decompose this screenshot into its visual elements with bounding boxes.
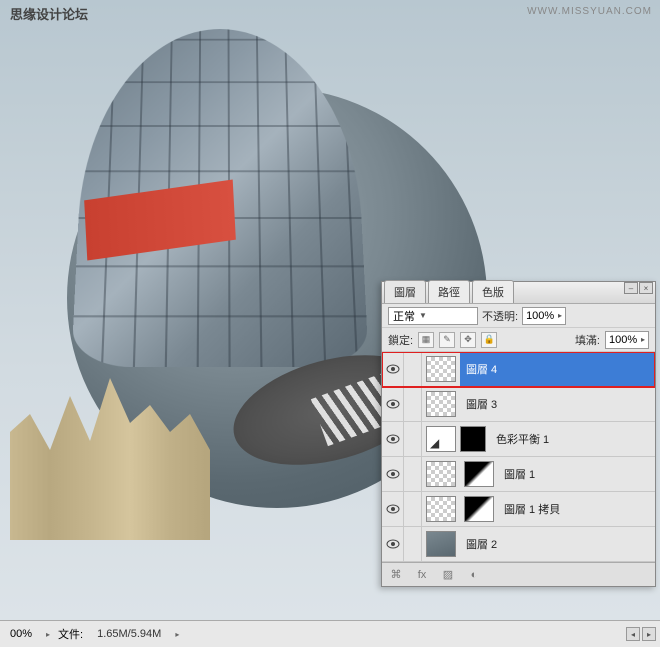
panel-footer: ⌘ fx ▨ ◐ (382, 562, 655, 586)
layer-name[interactable]: 圖層 1 (498, 457, 655, 491)
link-layers-icon[interactable]: ⌘ (388, 568, 404, 582)
scroll-right-icon[interactable]: ▸ (642, 627, 656, 641)
scroll-left-icon[interactable]: ◂ (626, 627, 640, 641)
link-column[interactable] (404, 422, 422, 456)
layer-row[interactable]: 色彩平衡 1 (382, 422, 655, 457)
link-column[interactable] (404, 527, 422, 561)
lock-transparency-icon[interactable]: ▦ (418, 332, 434, 348)
layers-list: 圖層 4 圖層 3 色彩平衡 1 圖層 1 圖層 1 (382, 352, 655, 562)
layer-name[interactable]: 圖層 3 (460, 387, 655, 421)
opacity-value: 100% (526, 310, 554, 322)
layer-fx-icon[interactable]: fx (414, 568, 430, 582)
zoom-arrow-icon[interactable]: ▸ (46, 630, 50, 639)
layer-row[interactable]: 圖層 2 (382, 527, 655, 562)
opacity-arrow-icon: ▸ (558, 311, 562, 320)
watermark-url: WWW.MISSYUAN.COM (527, 6, 652, 17)
fill-value: 100% (609, 334, 637, 346)
lock-fill-row: 鎖定: ▦ ✎ ✥ 🔒 填滿: 100% ▸ (382, 328, 655, 352)
panel-minimize-icon[interactable]: – (624, 282, 638, 294)
opacity-label: 不透明: (482, 308, 518, 324)
adjustment-layer-icon[interactable]: ◐ (466, 568, 482, 582)
zoom-value[interactable]: 00% (4, 628, 38, 640)
panel-close-icon[interactable]: × (639, 282, 653, 294)
link-column[interactable] (404, 492, 422, 526)
visibility-toggle[interactable] (382, 527, 404, 561)
layer-thumbnail[interactable] (426, 496, 456, 522)
layer-thumbnail[interactable] (426, 356, 456, 382)
eye-icon (386, 364, 400, 374)
layer-mask-thumbnail[interactable] (464, 496, 494, 522)
watermark-text: 思缘设计论坛 (10, 4, 88, 23)
file-label: 文件: (58, 626, 83, 642)
panel-window-controls: – × (624, 282, 655, 294)
tab-layers[interactable]: 圖層 (384, 280, 426, 303)
layer-thumbnail[interactable] (426, 391, 456, 417)
layer-mask-icon[interactable]: ▨ (440, 568, 456, 582)
blend-mode-value: 正常 (393, 308, 415, 324)
blend-opacity-row: 正常 ▼ 不透明: 100% ▸ (382, 304, 655, 328)
lock-paint-icon[interactable]: ✎ (439, 332, 455, 348)
link-column[interactable] (404, 457, 422, 491)
layer-mask-thumbnail[interactable] (464, 461, 494, 487)
eye-icon (386, 434, 400, 444)
status-bar: 00% ▸ 文件: 1.65M/5.94M ▸ ◂ ▸ (0, 620, 660, 647)
layer-row[interactable]: 圖層 4 (382, 352, 655, 387)
link-column[interactable] (404, 352, 422, 386)
adjustment-thumbnail[interactable] (426, 426, 456, 452)
fill-input[interactable]: 100% ▸ (605, 331, 649, 349)
visibility-toggle[interactable] (382, 422, 404, 456)
blend-mode-select[interactable]: 正常 ▼ (388, 307, 478, 325)
lock-label: 鎖定: (388, 332, 413, 348)
layer-name[interactable]: 圖層 2 (460, 527, 655, 561)
chevron-down-icon: ▼ (419, 311, 427, 320)
panel-header: 圖層 路徑 色版 – × (382, 282, 655, 304)
layer-thumbnail[interactable] (426, 461, 456, 487)
fill-label: 填滿: (575, 332, 600, 348)
layer-mask-thumbnail[interactable] (460, 426, 486, 452)
opacity-input[interactable]: 100% ▸ (522, 307, 566, 325)
visibility-toggle[interactable] (382, 352, 404, 386)
file-size-value: 1.65M/5.94M (91, 628, 167, 640)
scroll-controls: ◂ ▸ (626, 627, 656, 641)
lock-position-icon[interactable]: ✥ (460, 332, 476, 348)
tab-paths[interactable]: 路徑 (428, 280, 470, 303)
fill-arrow-icon: ▸ (641, 335, 645, 344)
file-arrow-icon[interactable]: ▸ (175, 630, 179, 639)
eye-icon (386, 399, 400, 409)
layer-row[interactable]: 圖層 1 拷貝 (382, 492, 655, 527)
lock-all-icon[interactable]: 🔒 (481, 332, 497, 348)
eye-icon (386, 539, 400, 549)
eye-icon (386, 469, 400, 479)
layer-row[interactable]: 圖層 3 (382, 387, 655, 422)
layer-row[interactable]: 圖層 1 (382, 457, 655, 492)
layer-name[interactable]: 圖層 1 拷貝 (498, 492, 655, 526)
visibility-toggle[interactable] (382, 387, 404, 421)
layer-name[interactable]: 圖層 4 (460, 352, 655, 386)
eye-icon (386, 504, 400, 514)
link-column[interactable] (404, 387, 422, 421)
visibility-toggle[interactable] (382, 492, 404, 526)
tab-channels[interactable]: 色版 (472, 280, 514, 303)
layers-panel: 圖層 路徑 色版 – × 正常 ▼ 不透明: 100% ▸ 鎖定: ▦ ✎ ✥ … (381, 281, 656, 587)
visibility-toggle[interactable] (382, 457, 404, 491)
layer-thumbnail[interactable] (426, 531, 456, 557)
layer-name[interactable]: 色彩平衡 1 (490, 422, 655, 456)
